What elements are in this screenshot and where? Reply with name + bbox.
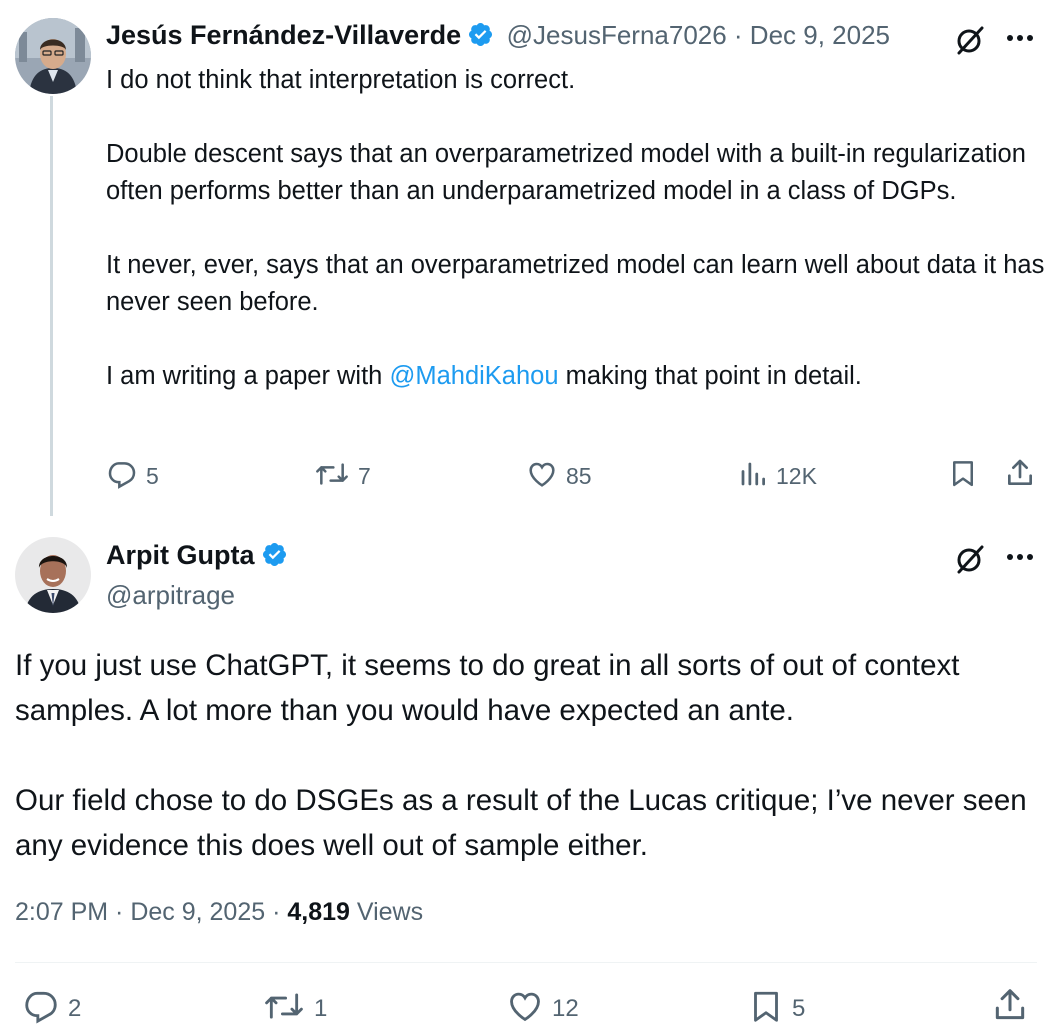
views-icon — [738, 458, 768, 495]
grok-icon[interactable] — [950, 20, 990, 60]
repost-button[interactable]: 1 — [262, 987, 327, 1030]
reply-button[interactable]: 2 — [22, 987, 81, 1030]
tweet2-paragraph: Our field chose to do DSGEs as a result … — [15, 784, 1027, 862]
verified-badge-icon — [261, 541, 288, 573]
more-icon[interactable] — [1002, 539, 1038, 575]
verified-badge-icon — [467, 21, 494, 53]
handle-and-date[interactable]: @JesusFerna7026 · Dec 9, 2025 — [507, 20, 890, 50]
thread-connector-line — [50, 96, 53, 516]
reply-count: 5 — [146, 463, 159, 489]
share-icon — [1004, 457, 1036, 494]
views-count: 4,819 — [287, 898, 350, 926]
tweet2-body: If you just use ChatGPT, it seems to do … — [15, 643, 1045, 868]
timestamp[interactable]: 2:07 PM · Dec 9, 2025 · — [15, 898, 287, 926]
tweet2-author-name-row: Arpit Gupta — [106, 540, 288, 573]
tweet2-paragraph: If you just use ChatGPT, it seems to do … — [15, 649, 960, 727]
views-label: Views — [349, 898, 424, 926]
author-handle[interactable]: @arpitrage — [106, 580, 235, 611]
bookmark-count: 5 — [792, 994, 806, 1022]
grok-icon[interactable] — [950, 539, 990, 579]
author-name[interactable]: Jesús Fernández-Villaverde — [106, 20, 461, 50]
reply-icon — [106, 458, 138, 495]
bookmark-button[interactable] — [946, 458, 980, 492]
avatar-jesus[interactable] — [15, 18, 91, 94]
bookmark-button[interactable]: 5 — [748, 987, 805, 1030]
repost-icon — [314, 458, 350, 495]
share-button[interactable] — [1003, 458, 1037, 492]
tweet1-paragraph: I am writing a paper with @MahdiKahou ma… — [106, 358, 1046, 395]
reply-icon — [22, 987, 60, 1030]
like-count: 85 — [566, 463, 592, 489]
text-segment: I am writing a paper with — [106, 362, 390, 390]
bookmark-icon — [948, 457, 978, 494]
share-button[interactable] — [990, 987, 1030, 1027]
reply-count: 2 — [68, 994, 82, 1022]
tweet1-body: I do not think that interpretation is co… — [106, 62, 1046, 395]
tweet1-paragraph: It never, ever, says that an overparamet… — [106, 251, 1045, 316]
like-icon — [506, 987, 544, 1030]
repost-icon — [262, 987, 306, 1030]
mention-link[interactable]: @MahdiKahou — [389, 362, 558, 390]
reply-button[interactable]: 5 — [106, 458, 159, 495]
repost-count: 7 — [358, 463, 371, 489]
text-segment: making that point in detail. — [558, 362, 862, 390]
tweet1-paragraph: Double descent says that an overparametr… — [106, 140, 1026, 205]
bookmark-icon — [748, 987, 784, 1030]
like-button[interactable]: 85 — [526, 458, 592, 495]
like-count: 12 — [552, 994, 579, 1022]
views-button[interactable]: 12K — [738, 458, 817, 495]
repost-count: 1 — [314, 994, 328, 1022]
tweet1-paragraph: I do not think that interpretation is co… — [106, 66, 576, 94]
tweet1-header: Jesús Fernández-Villaverde @JesusFerna70… — [106, 20, 890, 53]
divider — [15, 962, 1037, 963]
tweet-timestamp-views: 2:07 PM · Dec 9, 2025 · 4,819 Views — [15, 898, 423, 927]
like-icon — [526, 458, 558, 495]
author-name[interactable]: Arpit Gupta — [106, 540, 255, 570]
avatar-arpit[interactable] — [15, 537, 91, 613]
repost-button[interactable]: 7 — [314, 458, 371, 495]
more-icon[interactable] — [1002, 20, 1038, 56]
views-count: 12K — [776, 463, 817, 489]
like-button[interactable]: 12 — [506, 987, 579, 1030]
share-icon — [991, 986, 1029, 1029]
